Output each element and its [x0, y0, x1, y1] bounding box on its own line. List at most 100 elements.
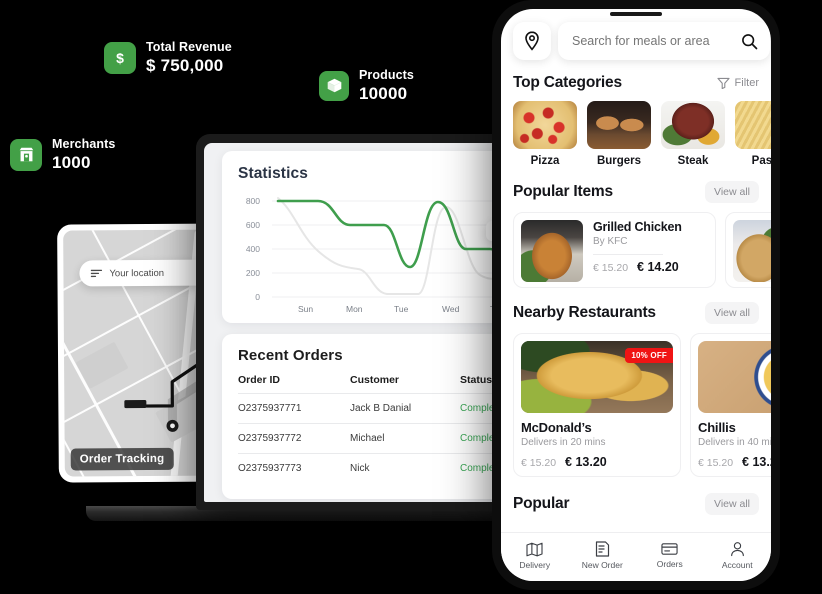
filter-label: Filter — [734, 77, 759, 89]
cell-order-id: O2375937772 — [238, 423, 350, 454]
item-prices: € 15.20 € 14.20 — [593, 260, 708, 274]
section-title: Nearby Restaurants — [513, 304, 656, 321]
nav-label: Account — [721, 560, 753, 570]
category-thumbnail — [661, 101, 725, 149]
category-item-pizza[interactable]: Pizza — [513, 101, 577, 167]
map-icon — [526, 542, 543, 556]
old-price: € 15.20 — [521, 457, 557, 469]
restaurant-thumbnail: 10% OFF — [521, 341, 673, 413]
phone-screen: Top Categories Filter Pizza — [501, 9, 771, 581]
nav-label: Delivery — [519, 559, 551, 570]
item-thumbnail — [733, 220, 771, 282]
search-row — [501, 9, 771, 60]
stat-products: Products 10000 — [319, 68, 414, 104]
old-price: € 15.20 — [593, 262, 629, 274]
item-name: Grilled Chicken — [593, 220, 682, 234]
nav-label: Orders — [656, 559, 683, 569]
top-categories-list[interactable]: Pizza Burgers Steak Pasta — [501, 101, 771, 167]
location-button[interactable] — [513, 22, 551, 60]
laptop-lid: Statistics 800 600 400 200 0 Sun Mon Tue… — [196, 134, 526, 510]
composition-stage: Your location Order Tracking Statistics — [0, 0, 822, 594]
popular-item-card[interactable]: Grilled Chicken By KFC € 15.20 € 14.20 — [513, 212, 716, 288]
restaurant-card[interactable]: 10% OFF McDonald’s Delivers in 20 mins €… — [513, 333, 681, 477]
nearby-restaurants-header: Nearby Restaurants View all — [501, 302, 771, 324]
category-label: Pasta — [751, 155, 771, 167]
your-location-label: Your location — [109, 267, 165, 279]
search-input[interactable] — [570, 33, 735, 49]
svg-text:$: $ — [116, 50, 124, 66]
cell-order-id: O2375937771 — [238, 393, 350, 424]
category-label: Steak — [677, 155, 709, 167]
view-all-button[interactable]: View all — [705, 181, 759, 203]
nearby-restaurants-list[interactable]: 10% OFF McDonald’s Delivers in 20 mins €… — [501, 333, 771, 477]
category-label: Pizza — [530, 155, 560, 167]
chart-svg — [272, 197, 518, 298]
card-icon — [661, 543, 678, 555]
category-item-steak[interactable]: Steak — [661, 101, 725, 167]
restaurant-thumbnail — [698, 341, 771, 413]
section-title: Popular — [513, 495, 570, 512]
nav-label: New Order — [581, 560, 623, 570]
view-all-button[interactable]: View all — [705, 302, 759, 324]
restaurant-name: Chillis — [698, 420, 736, 435]
section-title: Top Categories — [513, 74, 622, 91]
cell-customer: Nick — [350, 453, 460, 483]
item-thumbnail — [521, 220, 583, 282]
new-price: € 14.20 — [637, 260, 679, 274]
stat-value: 10000 — [359, 84, 408, 104]
menu-lines-icon — [90, 269, 103, 278]
item-vendor: By KFC — [593, 236, 628, 247]
phone-scroll-body: Top Categories Filter Pizza — [501, 9, 771, 532]
statistics-title: Statistics — [238, 165, 308, 182]
table-row[interactable]: O2375937771 Jack B Danial Completed — [238, 393, 518, 424]
phone-speaker-icon — [610, 12, 662, 16]
nav-item-orders[interactable]: Orders — [640, 542, 700, 569]
popular-item-card[interactable] — [725, 212, 771, 288]
laptop-screen: Statistics 800 600 400 200 0 Sun Mon Tue… — [204, 143, 518, 502]
table-row[interactable]: O2375937772 Michael Completed — [238, 423, 518, 454]
new-price: € 13.20 — [565, 455, 607, 469]
cell-customer: Michael — [350, 423, 460, 454]
store-icon — [10, 138, 42, 171]
popular-items-header: Popular Items View all — [501, 181, 771, 203]
cell-customer: Jack B Danial — [350, 393, 460, 424]
category-item-pasta[interactable]: Pasta — [735, 101, 771, 167]
section-title: Popular Items — [513, 183, 613, 200]
category-label: Burgers — [596, 155, 642, 167]
table-header-row: Order ID Customer Status — [238, 374, 518, 394]
statistics-card: Statistics 800 600 400 200 0 Sun Mon Tue… — [222, 151, 518, 323]
divider — [593, 254, 663, 255]
new-price: € 13.20 — [742, 455, 771, 469]
stat-merchants: Merchants 1000 — [10, 137, 115, 173]
phone-mockup: Top Categories Filter Pizza — [492, 0, 780, 590]
nav-item-delivery[interactable]: Delivery — [505, 542, 565, 570]
popular-items-list[interactable]: Grilled Chicken By KFC € 15.20 € 14.20 — [501, 212, 771, 288]
old-price: € 15.20 — [698, 457, 734, 469]
nav-item-account[interactable]: Account — [707, 541, 767, 570]
filter-button[interactable]: Filter — [716, 77, 759, 89]
discount-badge: 10% OFF — [625, 348, 673, 363]
category-item-burgers[interactable]: Burgers — [587, 101, 651, 167]
recent-orders-card: Recent Orders Order ID Customer Status O… — [222, 334, 518, 499]
restaurant-delivery-time: Delivers in 20 mins — [521, 437, 606, 448]
stat-value: 1000 — [52, 153, 91, 173]
recent-orders-table: Order ID Customer Status O2375937771 Jac… — [238, 374, 518, 483]
column-header-order-id: Order ID — [238, 374, 281, 386]
box-icon — [319, 70, 349, 101]
restaurant-name: McDonald’s — [521, 420, 592, 435]
bottom-navigation: Delivery New Order Orders Account — [501, 532, 771, 581]
search-box[interactable] — [558, 22, 770, 60]
stat-label: Total Revenue — [146, 40, 232, 54]
popular-header: Popular View all — [501, 493, 771, 515]
restaurant-card[interactable]: Chillis Delivers in 40 mins € 15.20 € 13… — [690, 333, 771, 477]
restaurant-prices: € 15.20 € 13.20 — [698, 455, 771, 469]
table-row[interactable]: O2375937773 Nick Completed — [238, 453, 518, 483]
cell-order-id: O2375937773 — [238, 453, 350, 483]
top-categories-header: Top Categories Filter — [501, 74, 771, 92]
stat-value: $ 750,000 — [146, 56, 224, 76]
restaurant-prices: € 15.20 € 13.20 — [521, 455, 673, 469]
nav-item-new-order[interactable]: New Order — [572, 541, 632, 570]
search-icon[interactable] — [741, 33, 758, 50]
funnel-icon — [716, 77, 730, 89]
view-all-button[interactable]: View all — [705, 493, 759, 515]
